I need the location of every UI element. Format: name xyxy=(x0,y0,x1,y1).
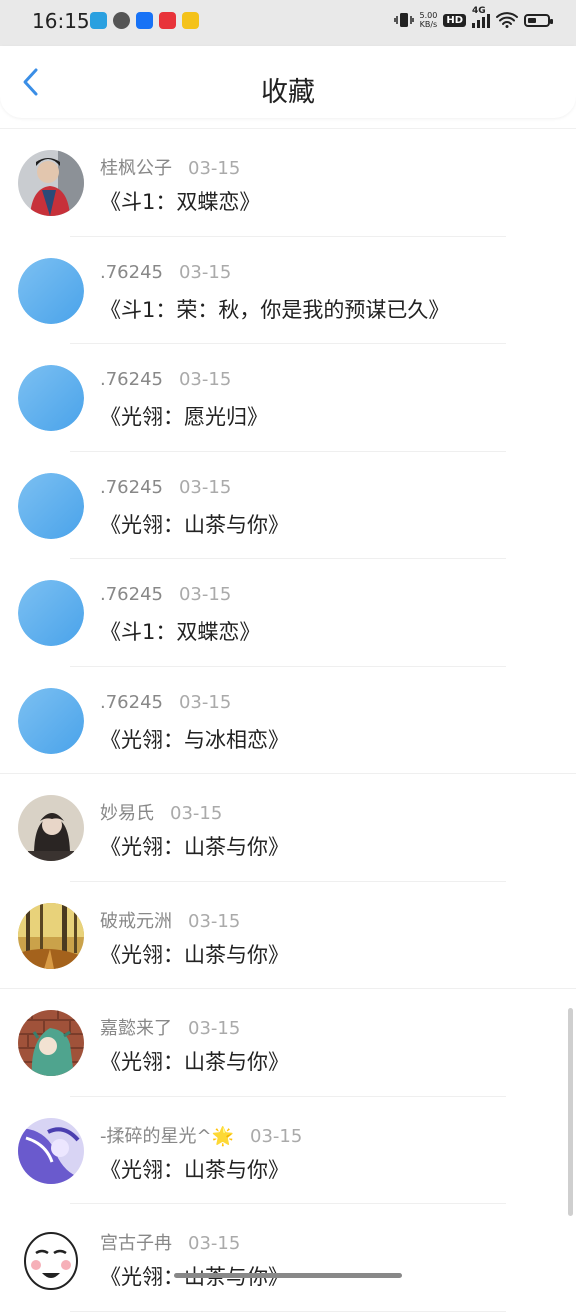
app-red-notification-icon xyxy=(159,12,176,29)
battery-icon xyxy=(524,13,553,27)
post-date: 03-15 xyxy=(188,1233,241,1254)
app-yellow-notification-icon xyxy=(182,12,199,29)
avatar[interactable] xyxy=(18,795,84,861)
favorite-item[interactable]: .76245 03-15 《光翎：与冰相恋》 xyxy=(0,667,576,774)
item-meta: 破戒元洲 03-15 xyxy=(100,907,240,933)
username[interactable]: .76245 xyxy=(100,692,163,713)
post-date: 03-15 xyxy=(178,476,232,498)
username[interactable]: .76245 xyxy=(100,262,163,283)
favorite-item[interactable]: 破戒元洲 03-15 《光翎：山茶与你》 xyxy=(0,882,576,989)
story-title[interactable]: 《光翎：山茶与你》 xyxy=(100,939,289,969)
favorite-item[interactable]: 嘉懿来了 03-15 《光翎：山茶与你》 xyxy=(0,989,576,1097)
favorite-item[interactable]: 宫古子冉03-15《光翎：山茶与你》 xyxy=(0,1204,576,1312)
home-indicator[interactable] xyxy=(174,1273,402,1278)
item-meta: 妙易氏 03-15 xyxy=(100,799,222,825)
item-meta: -揉碎的星光^🌟 03-15 xyxy=(100,1122,302,1148)
story-title[interactable]: 《光翎：愿光归》 xyxy=(100,401,268,431)
status-time: 16:15 xyxy=(32,9,90,33)
status-bar: 16:15 5.00 KB/s HD 4G xyxy=(0,0,576,46)
item-meta: 嘉懿来了 03-15 xyxy=(100,1014,240,1040)
story-title[interactable]: 《斗1：双蝶恋》 xyxy=(100,186,260,216)
scrollbar[interactable] xyxy=(568,1008,573,1216)
post-date: 03-15 xyxy=(188,1018,241,1039)
telegram-notification-icon xyxy=(90,12,107,29)
favorite-item[interactable]: -揉碎的星光^🌟 03-15 《光翎：山茶与你》 xyxy=(0,1097,576,1204)
avatar[interactable] xyxy=(18,150,84,216)
story-title[interactable]: 《光翎：山茶与你》 xyxy=(100,1154,289,1184)
username[interactable]: 嘉懿来了 xyxy=(100,1018,172,1039)
post-date: 03-15 xyxy=(178,584,232,605)
username[interactable]: -揉碎的星光^🌟 xyxy=(100,1126,234,1147)
post-date: 03-15 xyxy=(250,1125,303,1147)
favorite-item[interactable]: .76245 03-15 《光翎：山茶与你》 xyxy=(0,452,576,559)
avatar[interactable] xyxy=(18,580,84,646)
system-icons: 5.00 KB/s HD 4G xyxy=(393,6,553,29)
list-divider xyxy=(70,1310,506,1312)
story-title[interactable]: 《光翎：山茶与你》 xyxy=(100,509,289,539)
post-date: 03-15 xyxy=(178,369,232,390)
item-meta: .76245 03-15 xyxy=(100,692,231,713)
item-meta: .76245 03-15 xyxy=(100,369,231,390)
battery-level xyxy=(528,17,536,23)
story-title[interactable]: 《光翎：与冰相恋》 xyxy=(100,724,289,754)
avatar[interactable] xyxy=(18,902,84,969)
net-speed-unit: KB/s xyxy=(419,20,438,29)
network-speed: 5.00 KB/s xyxy=(420,11,438,29)
avatar[interactable] xyxy=(18,472,84,539)
post-date: 03-15 xyxy=(170,803,223,824)
username[interactable]: .76245 xyxy=(100,584,163,605)
avatar[interactable] xyxy=(18,1010,84,1076)
post-date: 03-15 xyxy=(178,261,232,283)
item-meta: 宫古子冉 03-15 xyxy=(100,1229,240,1255)
item-meta: 桂枫公子 03-15 xyxy=(100,154,240,180)
vibrate-icon xyxy=(393,13,414,27)
hd-badge: HD xyxy=(443,13,466,27)
avatar[interactable] xyxy=(18,1117,84,1184)
username[interactable]: 宫古子冉 xyxy=(100,1233,172,1254)
item-meta: .76245 03-15 xyxy=(100,262,231,283)
favorites-list: 桂枫公子 03-15 《斗1：双蝶恋》 .76245 03-15 《斗1：荣：秋，你是我的… xyxy=(0,128,576,1312)
favorite-item[interactable]: 妙易氏 03-15 《光翎：山茶与你》 xyxy=(0,774,576,882)
favorite-item[interactable]: .76245 03-15 《斗1：双蝶恋》 xyxy=(0,559,576,667)
compass-notification-icon xyxy=(113,12,130,29)
story-title[interactable]: 《斗1：双蝶恋》 xyxy=(100,616,260,646)
net-speed-value: 5.00 xyxy=(419,11,438,20)
app-header: 收藏 xyxy=(0,46,576,118)
post-date: 03-15 xyxy=(188,910,241,932)
story-title[interactable]: 《斗1：荣：秋，你是我的预谋已久》 xyxy=(100,294,449,324)
wifi-icon xyxy=(496,12,518,28)
page-title: 收藏 xyxy=(261,77,315,108)
username[interactable]: .76245 xyxy=(100,477,163,498)
favorite-item[interactable]: .76245 03-15 《斗1：荣：秋，你是我的预谋已久》 xyxy=(0,237,576,344)
username[interactable]: 桂枫公子 xyxy=(100,158,172,179)
avatar[interactable] xyxy=(18,365,84,431)
network-type-label: 4G xyxy=(472,6,486,16)
username[interactable]: .76245 xyxy=(100,369,163,390)
avatar[interactable] xyxy=(18,1225,84,1291)
story-title[interactable]: 《光翎：山茶与你》 xyxy=(100,831,289,861)
avatar[interactable] xyxy=(18,687,84,754)
item-meta: .76245 03-15 xyxy=(100,477,231,498)
post-date: 03-15 xyxy=(178,691,232,713)
post-date: 03-15 xyxy=(188,158,241,179)
zhihu-notification-icon xyxy=(136,12,153,29)
username[interactable]: 破戒元洲 xyxy=(100,911,172,932)
favorite-item[interactable]: 桂枫公子 03-15 《斗1：双蝶恋》 xyxy=(0,129,576,237)
username[interactable]: 妙易氏 xyxy=(100,803,154,824)
notification-icons xyxy=(90,12,199,29)
favorite-item[interactable]: .76245 03-15 《光翎：愿光归》 xyxy=(0,344,576,452)
cellular-signal-icon: 4G xyxy=(472,6,490,28)
avatar[interactable] xyxy=(18,257,84,324)
story-title[interactable]: 《光翎：山茶与你》 xyxy=(100,1046,289,1076)
item-meta: .76245 03-15 xyxy=(100,584,231,605)
